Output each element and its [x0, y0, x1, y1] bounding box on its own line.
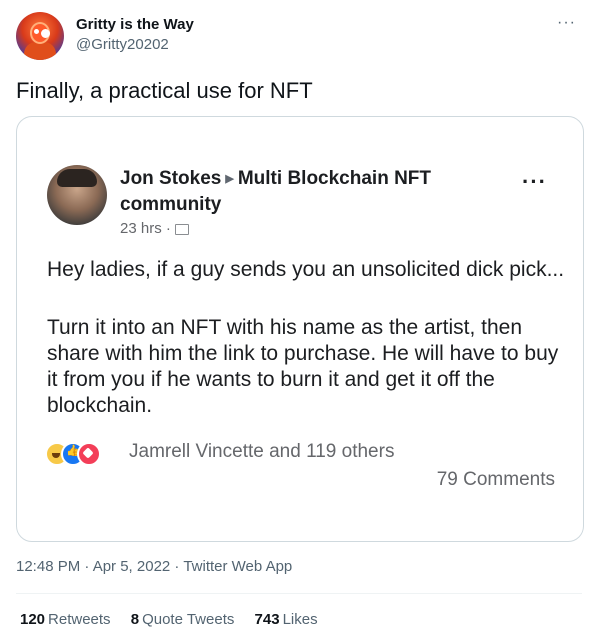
fb-author-avatar [47, 165, 107, 225]
tweet-image[interactable]: Jon Stokes ▶ Multi Blockchain NFT communit… [16, 116, 584, 542]
likes-count: 743 [254, 611, 280, 628]
fb-more-icon: ··· [522, 169, 547, 194]
avatar-eye [34, 29, 39, 34]
fb-time-text: 23 hrs · [120, 220, 171, 237]
tweet-timestamp[interactable]: 12:48 PM · Apr 5, 2022 · Twitter Web App [16, 558, 292, 575]
tweet-stats: 120 Retweets 8 Quote Tweets 743 Likes [20, 611, 334, 628]
quote-label: Quote Tweets [142, 611, 235, 628]
fb-post-text-2: Turn it into an NFT with his name as the… [47, 316, 559, 417]
fb-comments-count: 79 Comments [436, 469, 555, 490]
facebook-post-screenshot: Jon Stokes ▶ Multi Blockchain NFT communit… [17, 117, 583, 541]
fb-post-time: 23 hrs · [120, 220, 189, 237]
quote-tweets-stat[interactable]: 8 Quote Tweets [131, 611, 235, 628]
display-name[interactable]: Gritty is the Way [76, 16, 194, 34]
retweets-label: Retweets [48, 611, 111, 628]
more-horizontal-icon[interactable]: ··· [557, 14, 576, 32]
avatar-hair [57, 169, 97, 187]
user-avatar[interactable] [16, 12, 64, 60]
fb-post-text-1: Hey ladies, if a guy sends you an unsoli… [47, 258, 565, 281]
fb-reactors-text: Jamrell Vincette and 119 others [129, 441, 395, 462]
reaction-icons [45, 440, 107, 466]
avatar-eye [41, 29, 50, 38]
tweet-text: Finally, a practical use for NFT [16, 78, 313, 103]
avatar-body [24, 42, 56, 60]
fb-author-name: Jon Stokes [120, 168, 222, 189]
divider [16, 593, 582, 594]
retweets-count: 120 [20, 611, 46, 628]
quote-count: 8 [130, 611, 140, 628]
likes-stat[interactable]: 743 Likes [255, 611, 318, 628]
user-handle[interactable]: @Gritty20202 [76, 36, 169, 54]
love-reaction-icon [77, 442, 101, 466]
fb-post-header: Jon Stokes ▶ Multi Blockchain NFT communit… [120, 167, 480, 217]
retweets-stat[interactable]: 120 Retweets [20, 611, 111, 628]
arrow-right-icon: ▶ [225, 173, 234, 185]
audience-icon [174, 223, 189, 235]
likes-label: Likes [282, 611, 318, 628]
